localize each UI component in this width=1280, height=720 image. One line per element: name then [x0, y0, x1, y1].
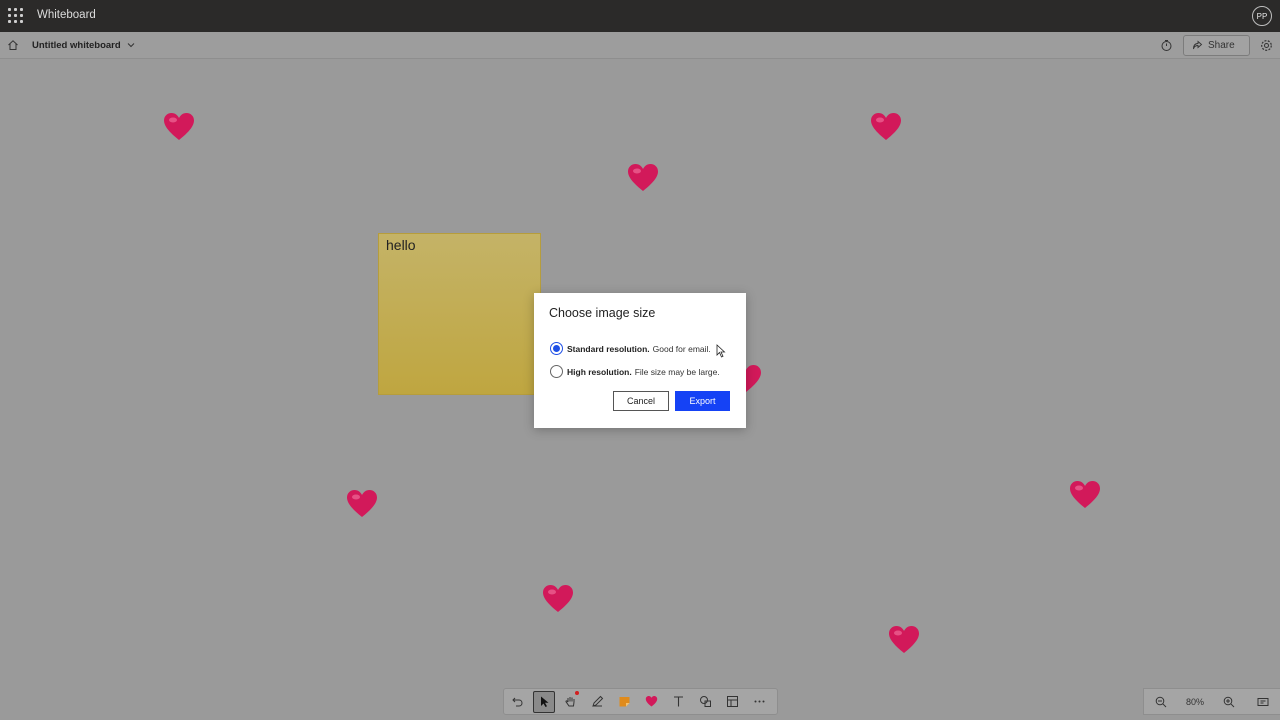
undo-icon[interactable] [504, 688, 531, 715]
heart-sticker[interactable] [346, 489, 378, 519]
sticky-note-text[interactable]: hello [386, 237, 416, 253]
avatar[interactable]: PP [1252, 6, 1272, 26]
cancel-button[interactable]: Cancel [613, 391, 669, 411]
image-size-dialog: Choose image size Standard resolution. G… [534, 293, 746, 428]
shapes-icon[interactable] [692, 688, 719, 715]
share-button[interactable]: Share [1183, 35, 1250, 56]
mouse-cursor-icon [716, 344, 726, 358]
hand-icon[interactable] [557, 688, 584, 715]
sticky-note[interactable]: hello [378, 233, 541, 395]
option-description: Good for email. [652, 343, 711, 354]
bottom-toolbar [503, 688, 778, 715]
share-label: Share [1208, 40, 1235, 51]
zoom-level[interactable]: 80% [1178, 697, 1212, 707]
option-label-bold: Standard resolution. [567, 343, 650, 354]
home-icon[interactable] [7, 39, 19, 51]
radio-standard[interactable] [550, 342, 563, 355]
high-resolution-option[interactable]: High resolution. File size may be large. [550, 365, 720, 378]
board-title[interactable]: Untitled whiteboard [32, 40, 121, 51]
standard-resolution-option[interactable]: Standard resolution. Good for email. [550, 342, 711, 355]
radio-high[interactable] [550, 365, 563, 378]
zoom-in-icon[interactable] [1212, 696, 1246, 708]
more-icon[interactable] [746, 688, 773, 715]
text-icon[interactable] [665, 688, 692, 715]
zoom-controls: 80% [1143, 688, 1280, 715]
chevron-down-icon[interactable] [126, 40, 136, 50]
pen-icon[interactable] [584, 688, 611, 715]
timer-icon[interactable] [1160, 39, 1173, 52]
export-button[interactable]: Export [675, 391, 730, 411]
templates-icon[interactable] [719, 688, 746, 715]
fit-to-screen-icon[interactable] [1246, 696, 1280, 708]
app-header: Whiteboard PP [0, 0, 1280, 32]
heart-sticker[interactable] [1069, 480, 1101, 510]
option-description: File size may be large. [634, 366, 720, 377]
option-label-bold: High resolution. [567, 366, 632, 377]
app-title: Whiteboard [37, 9, 96, 21]
zoom-out-icon[interactable] [1144, 696, 1178, 708]
heart-reaction-icon[interactable] [638, 688, 665, 715]
heart-sticker[interactable] [888, 625, 920, 655]
share-icon [1193, 40, 1203, 50]
sticky-note-icon[interactable] [611, 688, 638, 715]
select-icon[interactable] [533, 690, 555, 713]
gear-icon[interactable] [1260, 39, 1273, 52]
board-header: Untitled whiteboard [0, 32, 1280, 59]
notification-dot [575, 691, 579, 695]
dialog-title: Choose image size [549, 306, 656, 320]
heart-sticker[interactable] [870, 112, 902, 142]
app-launcher-icon[interactable] [8, 8, 24, 24]
heart-sticker[interactable] [627, 163, 659, 193]
heart-sticker[interactable] [542, 584, 574, 614]
heart-sticker[interactable] [163, 112, 195, 142]
